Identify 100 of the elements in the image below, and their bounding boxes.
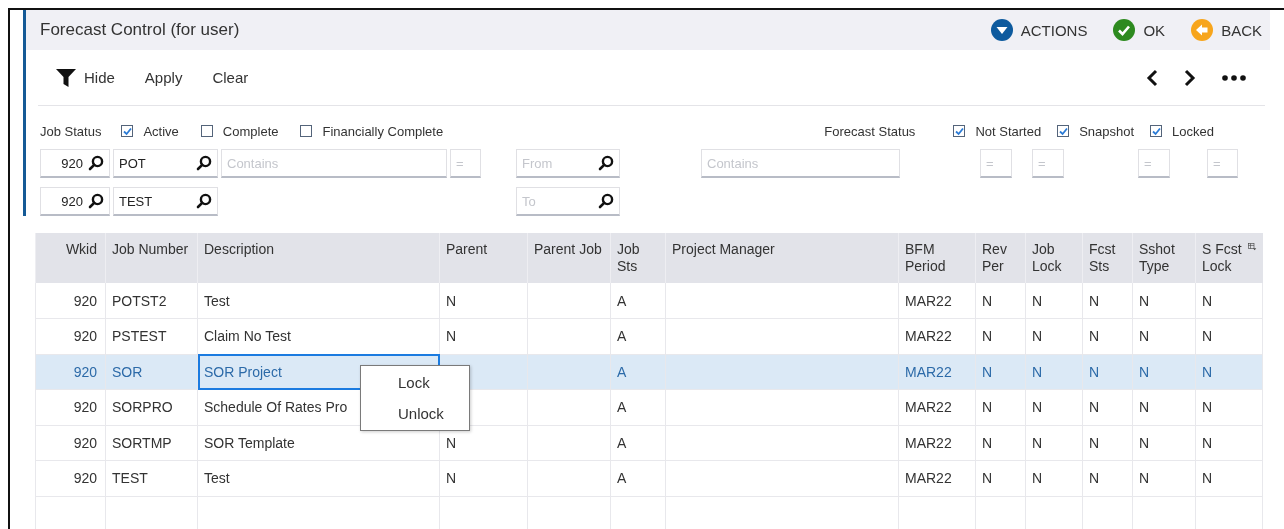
table-cell: N: [1202, 399, 1213, 416]
lookup-field[interactable]: From: [516, 149, 620, 178]
checkbox[interactable]: [1057, 125, 1070, 137]
lookup-field[interactable]: TEST: [113, 187, 218, 216]
table-cell: N: [1032, 470, 1043, 487]
table-cell: N: [1089, 434, 1100, 451]
checkbox-label[interactable]: Active: [143, 123, 179, 139]
checkbox-label[interactable]: Not Started: [975, 123, 1042, 139]
forecast-status-label: Forecast Status: [824, 123, 916, 139]
checkbox-label[interactable]: Locked: [1172, 123, 1214, 139]
back-arrow-circle-icon: [1191, 19, 1214, 41]
table-cell: A: [617, 328, 627, 345]
table-cell: N: [446, 328, 457, 345]
table-cell: PSTEST: [112, 328, 167, 345]
chevron-left-icon[interactable]: [1146, 68, 1158, 87]
table-cell: N: [1139, 292, 1150, 309]
checkbox[interactable]: [953, 125, 966, 137]
window-title: Forecast Control (for user): [40, 20, 240, 40]
table-cell: MAR22: [905, 470, 952, 487]
table-cell: N: [982, 399, 993, 416]
table-cell: A: [617, 363, 627, 380]
check-icon: [1058, 126, 1068, 136]
table-cell: SORTMP: [112, 434, 172, 451]
checkbox[interactable]: [200, 125, 213, 137]
table-cell: N: [982, 434, 993, 451]
filter-field[interactable]: =: [1032, 149, 1064, 178]
back-button[interactable]: BACK: [1191, 19, 1262, 41]
filter-field[interactable]: =: [1207, 149, 1238, 178]
table-cell: MAR22: [905, 363, 952, 380]
table-cell: N: [1032, 328, 1043, 345]
job-status-label: Job Status: [40, 123, 102, 139]
filter-field[interactable]: =: [450, 149, 481, 178]
lookup-field[interactable]: 920: [40, 187, 110, 216]
search-icon[interactable]: [88, 155, 104, 171]
table-cell: Claim No Test: [204, 328, 291, 345]
search-icon[interactable]: [196, 193, 212, 209]
table-cell: N: [1202, 328, 1213, 345]
clear-button[interactable]: Clear: [212, 69, 249, 86]
table-cell: N: [982, 363, 993, 380]
table-cell: SOR Template: [204, 434, 295, 451]
search-icon[interactable]: [598, 155, 614, 171]
table-cell: A: [617, 292, 627, 309]
search-icon[interactable]: [598, 193, 614, 209]
table-cell: N: [982, 292, 993, 309]
filter-field[interactable]: Contains: [701, 149, 900, 178]
check-circle-icon: [1113, 19, 1136, 41]
table-cell: Test: [204, 470, 230, 487]
table-cell: A: [617, 399, 627, 416]
table-cell: SORPRO: [112, 399, 173, 416]
search-icon[interactable]: [88, 193, 104, 209]
table-cell: N: [1032, 292, 1043, 309]
table-cell: MAR22: [905, 434, 952, 451]
table-cell: SOR Project: [204, 363, 282, 380]
table-cell: N: [1202, 470, 1213, 487]
search-icon[interactable]: [196, 155, 212, 171]
table-cell: A: [617, 434, 627, 451]
table-cell: N: [1139, 399, 1150, 416]
table-cell: 920: [73, 434, 97, 451]
more-icon[interactable]: [1222, 74, 1246, 81]
lookup-field[interactable]: To: [516, 187, 620, 216]
checkbox-label[interactable]: Snapshot: [1079, 123, 1135, 139]
menu-item[interactable]: Unlock: [361, 398, 469, 429]
table-cell: N: [446, 470, 457, 487]
table-cell: 920: [73, 399, 97, 416]
hide-filter-button[interactable]: Hide: [56, 68, 115, 87]
chevron-right-icon[interactable]: [1184, 68, 1196, 87]
column-chooser-icon[interactable]: [1248, 241, 1257, 253]
checkbox-label[interactable]: Financially Complete: [322, 123, 444, 139]
filter-field[interactable]: =: [980, 149, 1012, 178]
table-cell: N: [982, 328, 993, 345]
table-cell: N: [1089, 399, 1100, 416]
check-icon: [1151, 126, 1161, 136]
table-cell: N: [1202, 363, 1213, 380]
apply-button[interactable]: Apply: [144, 69, 183, 86]
table-cell: N: [1202, 434, 1213, 451]
checkbox-label[interactable]: Complete: [222, 123, 279, 139]
table-cell: N: [982, 470, 993, 487]
lookup-field[interactable]: POT: [113, 149, 218, 178]
check-icon: [954, 126, 964, 136]
table-cell: N: [1089, 363, 1100, 380]
ok-button[interactable]: OK: [1113, 19, 1166, 41]
table-cell: N: [446, 434, 457, 451]
filter-field[interactable]: Contains: [221, 149, 447, 178]
filter-field[interactable]: =: [1138, 149, 1170, 178]
menu-item[interactable]: Lock: [361, 367, 469, 398]
table-cell: A: [617, 470, 627, 487]
table-cell: N: [1089, 470, 1100, 487]
table-cell: N: [1089, 328, 1100, 345]
checkbox[interactable]: [1150, 125, 1163, 137]
lookup-field[interactable]: 920: [40, 149, 110, 178]
filter-icon: [56, 68, 76, 87]
table-cell: 920: [73, 363, 97, 380]
table-cell: SOR: [112, 363, 143, 380]
table-cell: Schedule Of Rates Pro: [204, 399, 348, 416]
actions-button[interactable]: ACTIONS: [990, 19, 1088, 41]
checkbox[interactable]: [121, 125, 134, 137]
table-cell: N: [1139, 363, 1150, 380]
table-cell: N: [1139, 434, 1150, 451]
table-cell: N: [1032, 363, 1043, 380]
checkbox[interactable]: [300, 125, 313, 137]
